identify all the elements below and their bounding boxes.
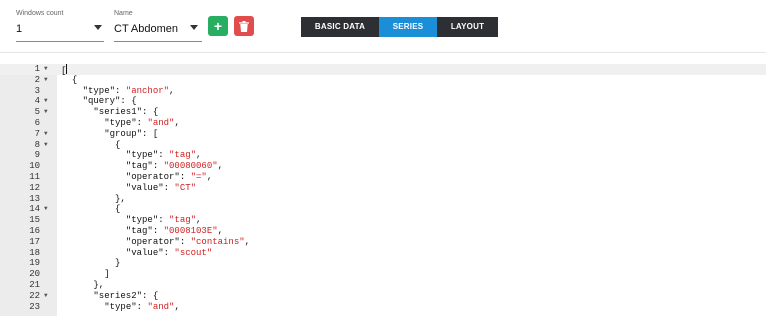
tab-series[interactable]: SERIES xyxy=(379,17,437,37)
code-line[interactable]: 2 ▼ { xyxy=(0,75,766,86)
name-value: CT Abdomen xyxy=(114,23,179,35)
code-line[interactable]: 4 ▼ "query": { xyxy=(0,96,766,107)
code-text: ] xyxy=(104,269,110,280)
line-number: 5 xyxy=(34,107,40,118)
code-text: { xyxy=(71,74,78,85)
code-line[interactable]: 3 "type": "anchor", xyxy=(0,86,766,97)
code-line[interactable]: 22 ▼ "series2": { xyxy=(0,291,766,302)
toolbar: Windows count 1 Name CT Abdomen + BASIC … xyxy=(0,0,766,52)
code-line[interactable]: 10 "tag": "00080060", xyxy=(0,161,766,172)
code-line[interactable]: 20 ] xyxy=(0,269,766,280)
code-text: "value": "CT" xyxy=(125,182,197,193)
fold-toggle-icon[interactable]: ▼ xyxy=(44,204,54,215)
code-line[interactable]: 11 "operator": "=", xyxy=(0,172,766,183)
fold-toggle-icon[interactable]: ▼ xyxy=(44,75,54,86)
code-line[interactable]: 12 "value": "CT" xyxy=(0,183,766,194)
code-text: { xyxy=(115,139,121,150)
code-line[interactable]: 7 ▼ "group": [ xyxy=(0,129,766,140)
code-text: { xyxy=(115,204,121,215)
line-number: 2 xyxy=(34,74,40,85)
divider xyxy=(0,52,766,53)
code-text: "query": { xyxy=(82,96,137,107)
fold-toggle-icon[interactable]: ▼ xyxy=(44,107,54,118)
text-cursor xyxy=(66,64,68,74)
code-text: }, xyxy=(93,280,105,290)
code-text: "series1": { xyxy=(93,107,159,118)
code-line[interactable]: 5 ▼ "series1": { xyxy=(0,107,766,118)
name-select[interactable]: Name CT Abdomen xyxy=(114,10,202,42)
fold-toggle-icon[interactable]: ▼ xyxy=(44,129,54,140)
code-line[interactable]: 15 "type": "tag", xyxy=(0,215,766,226)
line-number: 16 xyxy=(29,226,40,236)
code-text: }, xyxy=(115,193,126,204)
fold-toggle-icon[interactable]: ▼ xyxy=(44,96,54,107)
line-number: 9 xyxy=(34,150,40,161)
tab-basic-data[interactable]: BASIC DATA xyxy=(301,17,379,37)
fold-toggle-icon[interactable]: ▼ xyxy=(44,140,54,151)
code-line[interactable]: 1 ▼[ xyxy=(0,64,766,76)
code-line[interactable]: 23 "type": "and", xyxy=(0,302,766,313)
line-number: 1 xyxy=(34,64,40,74)
code-text: "operator": "contains", xyxy=(125,236,251,247)
code-line[interactable]: 18 "value": "scout" xyxy=(0,248,766,259)
line-number: 14 xyxy=(29,204,40,215)
code-text: "tag": "00080060", xyxy=(125,161,224,172)
line-number: 6 xyxy=(34,118,40,128)
json-editor[interactable]: 1 ▼[2 ▼ {3 "type": "anchor", 4 ▼ "query": {5… xyxy=(0,64,766,316)
line-number: 13 xyxy=(29,193,40,204)
add-button[interactable]: + xyxy=(208,16,228,36)
delete-button[interactable] xyxy=(234,16,254,36)
code-line[interactable]: 9 "type": "tag", xyxy=(0,150,766,161)
line-number: 11 xyxy=(29,172,40,182)
line-number: 15 xyxy=(29,215,40,226)
code-text: "tag": "0008103E", xyxy=(125,226,224,236)
field-underline xyxy=(16,41,104,42)
trash-icon xyxy=(239,20,249,32)
code-text: "group": [ xyxy=(104,128,159,139)
code-text: "value": "scout" xyxy=(125,247,213,258)
code-line[interactable]: 14 ▼ { xyxy=(0,204,766,215)
code-text: } xyxy=(115,258,121,269)
windows-count-label: Windows count xyxy=(16,10,64,17)
code-text: "type": "anchor", xyxy=(82,85,175,96)
line-number: 18 xyxy=(29,247,40,258)
chevron-down-icon[interactable] xyxy=(190,25,198,30)
code-line[interactable]: 6 "type": "and", xyxy=(0,118,766,129)
line-number: 12 xyxy=(29,182,40,193)
code-line[interactable]: 19 } xyxy=(0,258,766,269)
code-text: "type": "tag", xyxy=(125,215,202,226)
code-line[interactable]: 21 }, xyxy=(0,280,766,291)
code-text: "series2": { xyxy=(93,290,159,301)
code-line[interactable]: 8 ▼ { xyxy=(0,140,766,151)
line-number: 22 xyxy=(29,290,40,301)
name-label: Name xyxy=(114,10,133,17)
line-number: 4 xyxy=(34,96,40,107)
code-line[interactable]: 17 "operator": "contains", xyxy=(0,237,766,248)
line-number: 7 xyxy=(34,128,40,139)
fold-toggle-icon[interactable]: ▼ xyxy=(44,291,54,302)
line-number: 3 xyxy=(34,85,40,96)
code-text: "type": "and", xyxy=(104,301,180,312)
fold-toggle-icon[interactable]: ▼ xyxy=(44,64,54,75)
windows-count-select[interactable]: Windows count 1 xyxy=(16,10,104,42)
line-number: 10 xyxy=(29,161,40,172)
field-underline xyxy=(114,41,202,42)
tab-bar: BASIC DATA SERIES LAYOUT xyxy=(301,17,498,37)
plus-icon: + xyxy=(213,18,223,34)
chevron-down-icon[interactable] xyxy=(94,25,102,30)
code-text: "operator": "=", xyxy=(125,172,213,182)
line-number: 23 xyxy=(29,301,40,312)
line-number: 20 xyxy=(29,269,40,280)
line-number: 19 xyxy=(29,258,40,269)
code-line[interactable]: 16 "tag": "0008103E", xyxy=(0,226,766,237)
line-number: 21 xyxy=(29,280,40,290)
windows-count-value: 1 xyxy=(16,23,23,35)
code-text: "type": "tag", xyxy=(125,150,202,161)
line-number: 8 xyxy=(34,139,40,150)
code-text: "type": "and", xyxy=(104,118,180,128)
tab-layout[interactable]: LAYOUT xyxy=(437,17,498,37)
line-number: 17 xyxy=(29,236,40,247)
code-line[interactable]: 13 }, xyxy=(0,194,766,205)
